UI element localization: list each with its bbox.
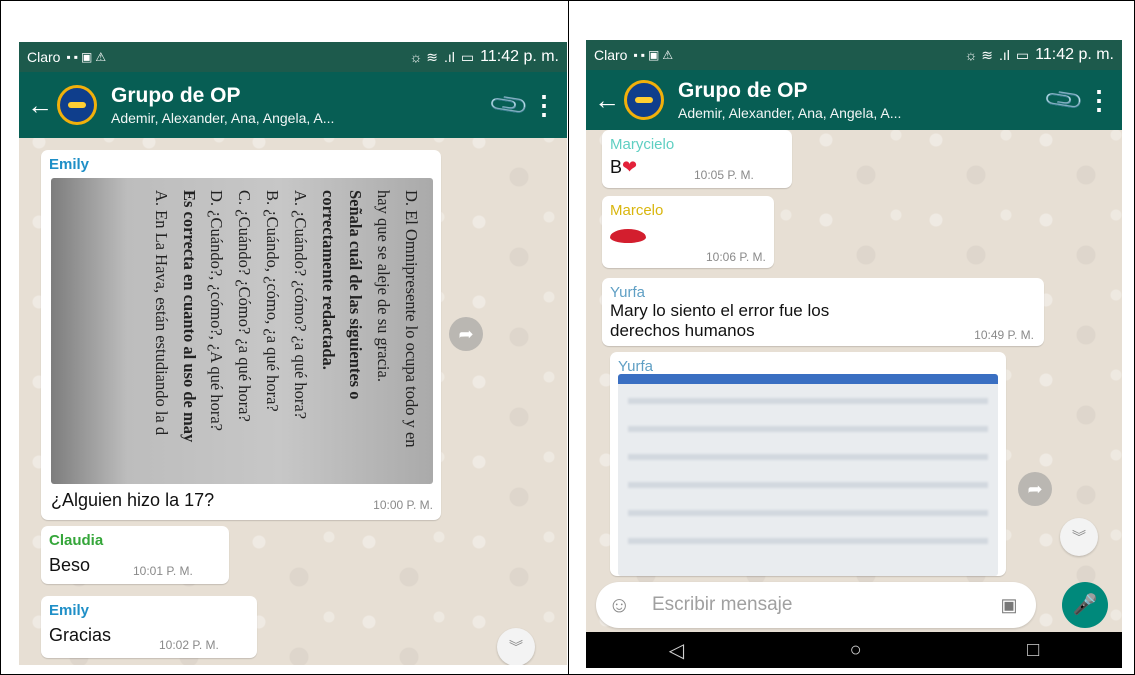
double-chevron-down-icon[interactable]: ︾: [1060, 518, 1098, 556]
paperclip-icon[interactable]: 📎: [484, 80, 535, 129]
message-text-b: B: [610, 157, 623, 177]
doc-line: A. En La Hava, están estudiando la d: [151, 190, 171, 436]
carrier-label: Claro: [594, 47, 628, 63]
message-bubble-image[interactable]: Emily D. El Omnipresente lo ocupa todo y…: [41, 150, 441, 520]
message-text-line2: derechos humanos: [610, 321, 755, 340]
status-time: 11:42 p. m.: [480, 48, 559, 65]
doc-line: Es correcta en cuanto al uso de may: [179, 190, 199, 443]
notification-icons: ▪▪▣⚠: [633, 48, 677, 62]
carrier-label: Claro: [27, 49, 61, 65]
status-bar: Claro ▪▪▣⚠ ☼ ≋ .ıl ▭ 11:42 p. m.: [19, 42, 567, 72]
double-chevron-down-icon[interactable]: ︾: [497, 628, 535, 665]
document-text: D. El Omnipresente lo ocupa todo y en ha…: [53, 178, 433, 484]
message-time: 10:02 P. M.: [159, 638, 219, 652]
phone-screen-left: Claro ▪▪▣⚠ ☼ ≋ .ıl ▭ 11:42 p. m. ← Grupo…: [19, 42, 567, 665]
status-time: 11:42 p. m.: [1035, 46, 1114, 63]
message-bubble[interactable]: Emily Gracias 10:02 P. M.: [41, 596, 257, 658]
chat-header: ← Grupo de OP Ademir, Alexander, Ana, An…: [19, 72, 567, 138]
group-title: Grupo de OP: [111, 84, 241, 107]
doc-line: A. ¿Cuándo? ¿cómo? ¿a qué hora?: [290, 190, 310, 420]
forward-icon[interactable]: ➦: [449, 317, 483, 351]
group-members: Ademir, Alexander, Ana, Angela, A...: [111, 110, 335, 126]
message-time: 10:05 P. M.: [694, 168, 754, 182]
wifi-icon: ☼ ≋: [409, 48, 439, 65]
message-sender: Yurfa: [618, 358, 654, 375]
chat-titles[interactable]: Grupo de OP Ademir, Alexander, Ana, Ange…: [111, 84, 489, 126]
status-right: ☼ ≋ .ıl ▭ 11:42 p. m.: [410, 48, 559, 66]
doc-line: hay que se aleje de su gracia.: [374, 190, 394, 382]
lips-icon: [610, 229, 646, 243]
message-text: ¿Alguien hizo la 17?: [51, 490, 215, 510]
message-time: 10:01 P. M.: [133, 564, 193, 578]
status-bar: Claro ▪▪▣⚠ ☼ ≋ .ıl ▭ 11:42 p. m.: [586, 40, 1122, 70]
message-sender: Marcelo: [610, 202, 664, 219]
back-arrow-icon[interactable]: ←: [594, 85, 620, 116]
message-time: 10:06 P. M.: [706, 250, 766, 264]
status-right: ☼ ≋ .ıl ▭ 11:42 p. m.: [965, 46, 1114, 64]
back-arrow-icon[interactable]: ←: [27, 90, 53, 121]
nav-home-icon[interactable]: ○: [850, 639, 862, 662]
message-sender: Emily: [49, 156, 90, 173]
message-sender: Emily: [49, 602, 90, 619]
doc-line: D. El Omnipresente lo ocupa todo y en: [402, 190, 421, 448]
message-input[interactable]: [652, 594, 994, 616]
camera-icon[interactable]: ▣: [994, 595, 1024, 616]
message-bubble[interactable]: Claudia Beso 10:01 P. M.: [41, 526, 229, 584]
android-nav-bar: ◁ ○ □: [586, 632, 1122, 668]
photo-content: [628, 398, 988, 566]
battery-icon: ▭: [1015, 46, 1030, 63]
nav-recents-icon[interactable]: □: [1027, 639, 1039, 662]
panel-divider: [568, 0, 569, 675]
message-time: 10:49 P. M.: [974, 328, 1034, 342]
doc-line: Señala cuál de las siguientes o: [346, 190, 366, 400]
paperclip-icon[interactable]: 📎: [1039, 75, 1090, 124]
message-bubble-image[interactable]: Yurfa: [610, 352, 1006, 576]
blurred-photo[interactable]: [618, 374, 998, 576]
mic-icon[interactable]: 🎤: [1062, 582, 1108, 628]
message-text-line1: Mary lo siento el error fue los: [610, 301, 830, 320]
message-bubble[interactable]: Marycielo B❤ 10:05 P. M.: [602, 130, 792, 188]
document-photo[interactable]: D. El Omnipresente lo ocupa todo y en ha…: [51, 178, 433, 484]
group-avatar[interactable]: [57, 85, 97, 125]
message-sender: Yurfa: [610, 284, 646, 301]
doc-line: correctamente redactada.: [318, 190, 338, 370]
wifi-icon: ☼ ≋: [964, 46, 994, 63]
notification-icons: ▪▪▣⚠: [66, 50, 110, 64]
phone-screen-right: Claro ▪▪▣⚠ ☼ ≋ .ıl ▭ 11:42 p. m. ← Grupo…: [586, 40, 1122, 668]
emoji-icon[interactable]: ☺: [608, 592, 638, 618]
battery-icon: ▭: [460, 48, 475, 65]
chat-header: ← Grupo de OP Ademir, Alexander, Ana, An…: [586, 70, 1122, 130]
message-sender: Claudia: [49, 532, 104, 549]
group-members: Ademir, Alexander, Ana, Angela, A...: [678, 105, 902, 121]
photo-header-strip: [618, 374, 998, 384]
doc-line: D. ¿Cuándo?, ¿cómo?, ¿A qué hora?: [207, 190, 227, 431]
nav-back-icon[interactable]: ◁: [669, 638, 684, 663]
heart-icon: ❤: [622, 157, 638, 177]
doc-line: C. ¿Cuándo? ¿Cómo? ¿a qué hora?: [235, 190, 255, 422]
doc-line: B. ¿Cuándo, ¿cómo, ¿a qué hora?: [263, 190, 283, 412]
signal-icon: .ıl: [999, 47, 1010, 63]
message-text: Gracias: [49, 625, 112, 645]
chat-titles[interactable]: Grupo de OP Ademir, Alexander, Ana, Ange…: [678, 79, 1044, 121]
message-time: 10:00 P. M.: [373, 498, 433, 512]
message-sender: Marycielo: [610, 136, 675, 153]
signal-icon: .ıl: [444, 49, 455, 65]
group-title: Grupo de OP: [678, 79, 808, 102]
message-bubble[interactable]: Yurfa Mary lo siento el error fue los de…: [602, 278, 1044, 346]
forward-icon[interactable]: ➦: [1018, 472, 1052, 506]
group-avatar[interactable]: [624, 80, 664, 120]
message-composer: ☺ ▣: [596, 582, 1036, 628]
message-bubble[interactable]: Marcelo 10:06 P. M.: [602, 196, 774, 268]
